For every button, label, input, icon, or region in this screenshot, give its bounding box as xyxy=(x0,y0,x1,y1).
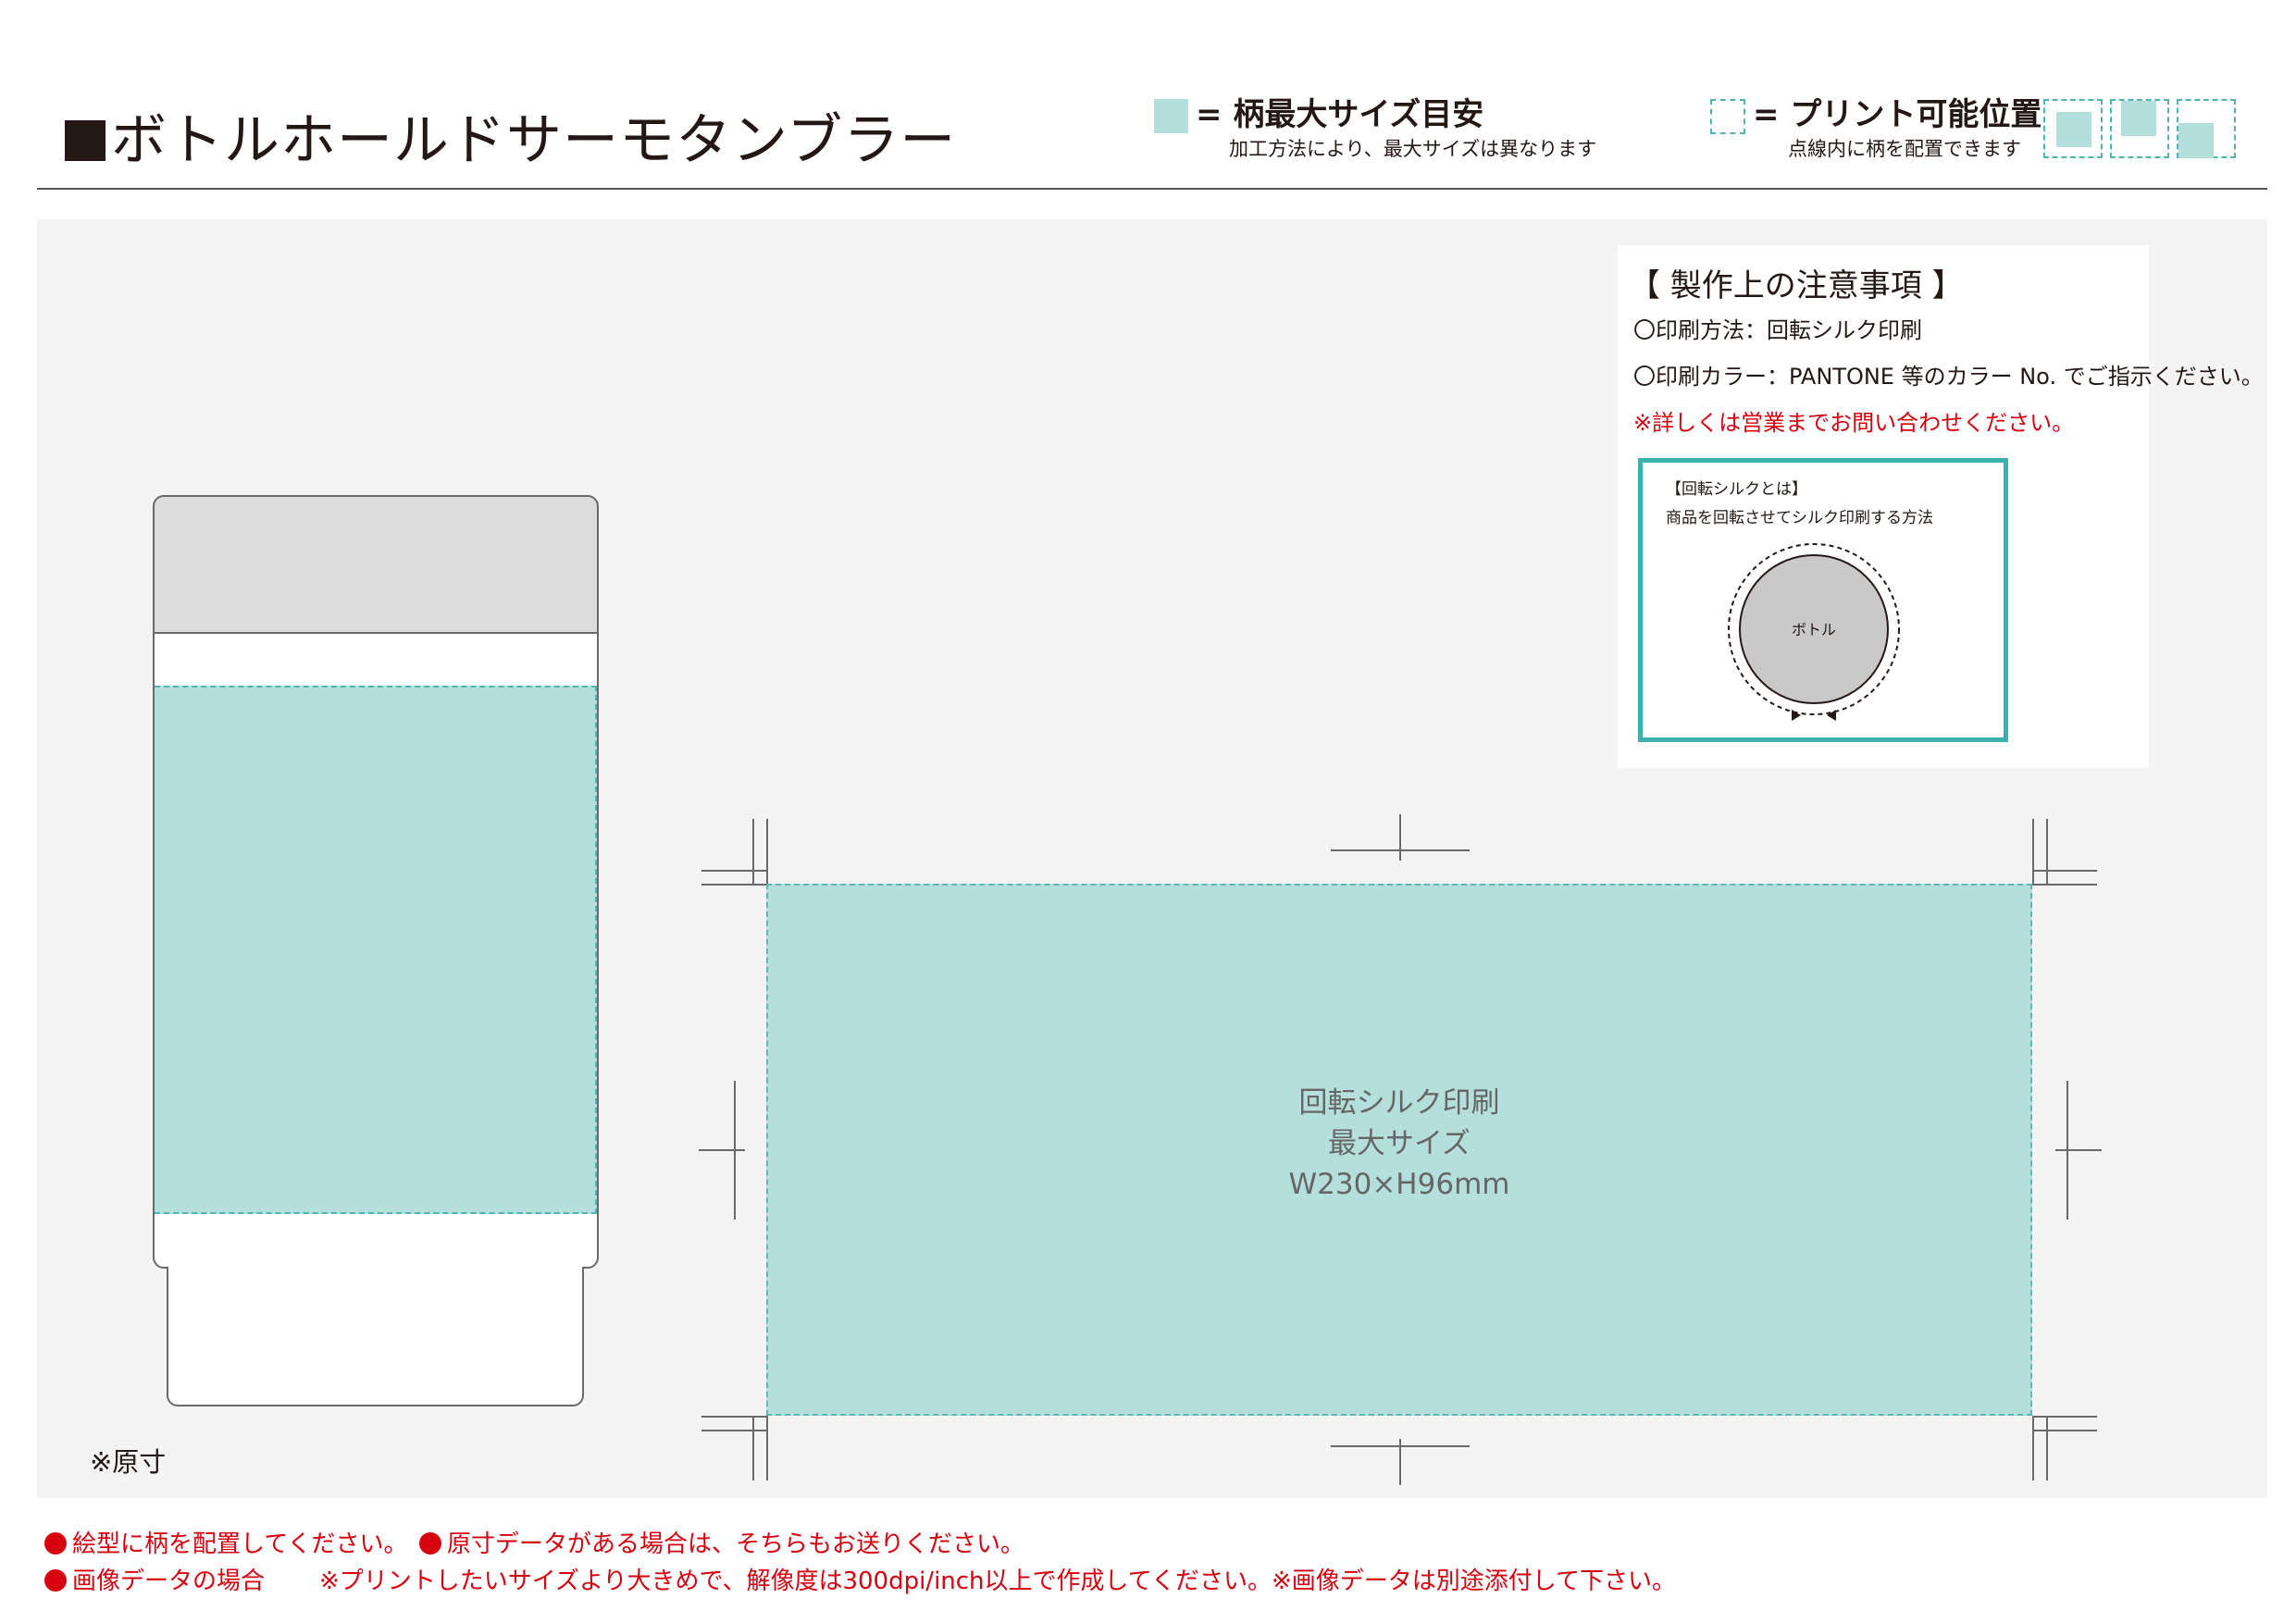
note-print-color: 〇印刷カラー：PANTONE 等のカラー No. でご指示ください。 xyxy=(1633,364,2264,390)
note-contact: ※詳しくは営業までお問い合わせください。 xyxy=(1633,410,2075,436)
tumbler-base xyxy=(167,1267,584,1406)
actual-size-note: ※原寸 xyxy=(90,1446,167,1478)
arrow-right-icon xyxy=(1827,710,1836,721)
rotary-diagram: ボトル xyxy=(1728,543,1900,721)
footer-note-text: 絵型に柄を配置してください。 xyxy=(72,1530,408,1558)
footer-note-image-data: 画像データの場合 xyxy=(44,1564,265,1599)
art-label-max: 最大サイズ xyxy=(1327,1127,1471,1160)
tumbler-print-area xyxy=(155,686,597,1214)
print-position-legend-note: 点線内に柄を配置できます xyxy=(1788,138,2021,160)
position-bottom-right-icon xyxy=(2177,99,2236,158)
title-square-icon xyxy=(65,120,105,161)
footer-note-resolution: ※プリントしたいサイズより大きめで、解像度は300dpi/inch以上で作成して… xyxy=(319,1567,1676,1595)
notes-title: 【 製作上の注意事項 】 xyxy=(1629,267,1964,304)
footer-note-original-data: 原寸データがある場合は、そちらもお送りください。 xyxy=(419,1527,1024,1562)
rotary-silk-title: 【回転シルクとは】 xyxy=(1666,480,1807,499)
tumbler-lid xyxy=(153,495,599,634)
print-position-swatch-icon xyxy=(1710,99,1745,134)
page-title: ボトルホールドサーモタンブラー xyxy=(65,104,956,178)
bottle-label: ボトル xyxy=(1792,621,1836,638)
bullet-icon xyxy=(44,1532,67,1555)
footer-note-text: 画像データの場合 xyxy=(72,1567,266,1595)
print-position-legend-title: = プリント可能位置 xyxy=(1753,96,2042,133)
bullet-icon xyxy=(419,1532,441,1555)
artwork-area-label: 回転シルク印刷 最大サイズ W230×H96mm xyxy=(766,1083,2032,1205)
header-divider xyxy=(37,188,2267,190)
arrow-left-icon xyxy=(1792,710,1801,721)
art-label-size: W230×H96mm xyxy=(1288,1168,1510,1201)
max-size-swatch-icon xyxy=(1154,99,1188,133)
max-size-legend-note: 加工方法により、最大サイズは異なります xyxy=(1229,138,1597,160)
max-size-legend-title: = 柄最大サイズ目安 xyxy=(1196,96,1484,133)
page-title-text: ボトルホールドサーモタンブラー xyxy=(111,108,957,173)
footer-note-text: 原寸データがある場合は、そちらもお送りください。 xyxy=(447,1530,1025,1558)
note-print-method: 〇印刷方法：回転シルク印刷 xyxy=(1633,317,1922,343)
position-left-icon xyxy=(2043,99,2103,158)
art-label-method: 回転シルク印刷 xyxy=(1298,1086,1500,1120)
position-top-right-icon xyxy=(2110,99,2169,158)
rotary-silk-description: 商品を回転させてシルク印刷する方法 xyxy=(1666,509,1933,527)
bullet-icon xyxy=(44,1569,67,1592)
footer-note-place-art: 絵型に柄を配置してください。 xyxy=(44,1527,407,1562)
